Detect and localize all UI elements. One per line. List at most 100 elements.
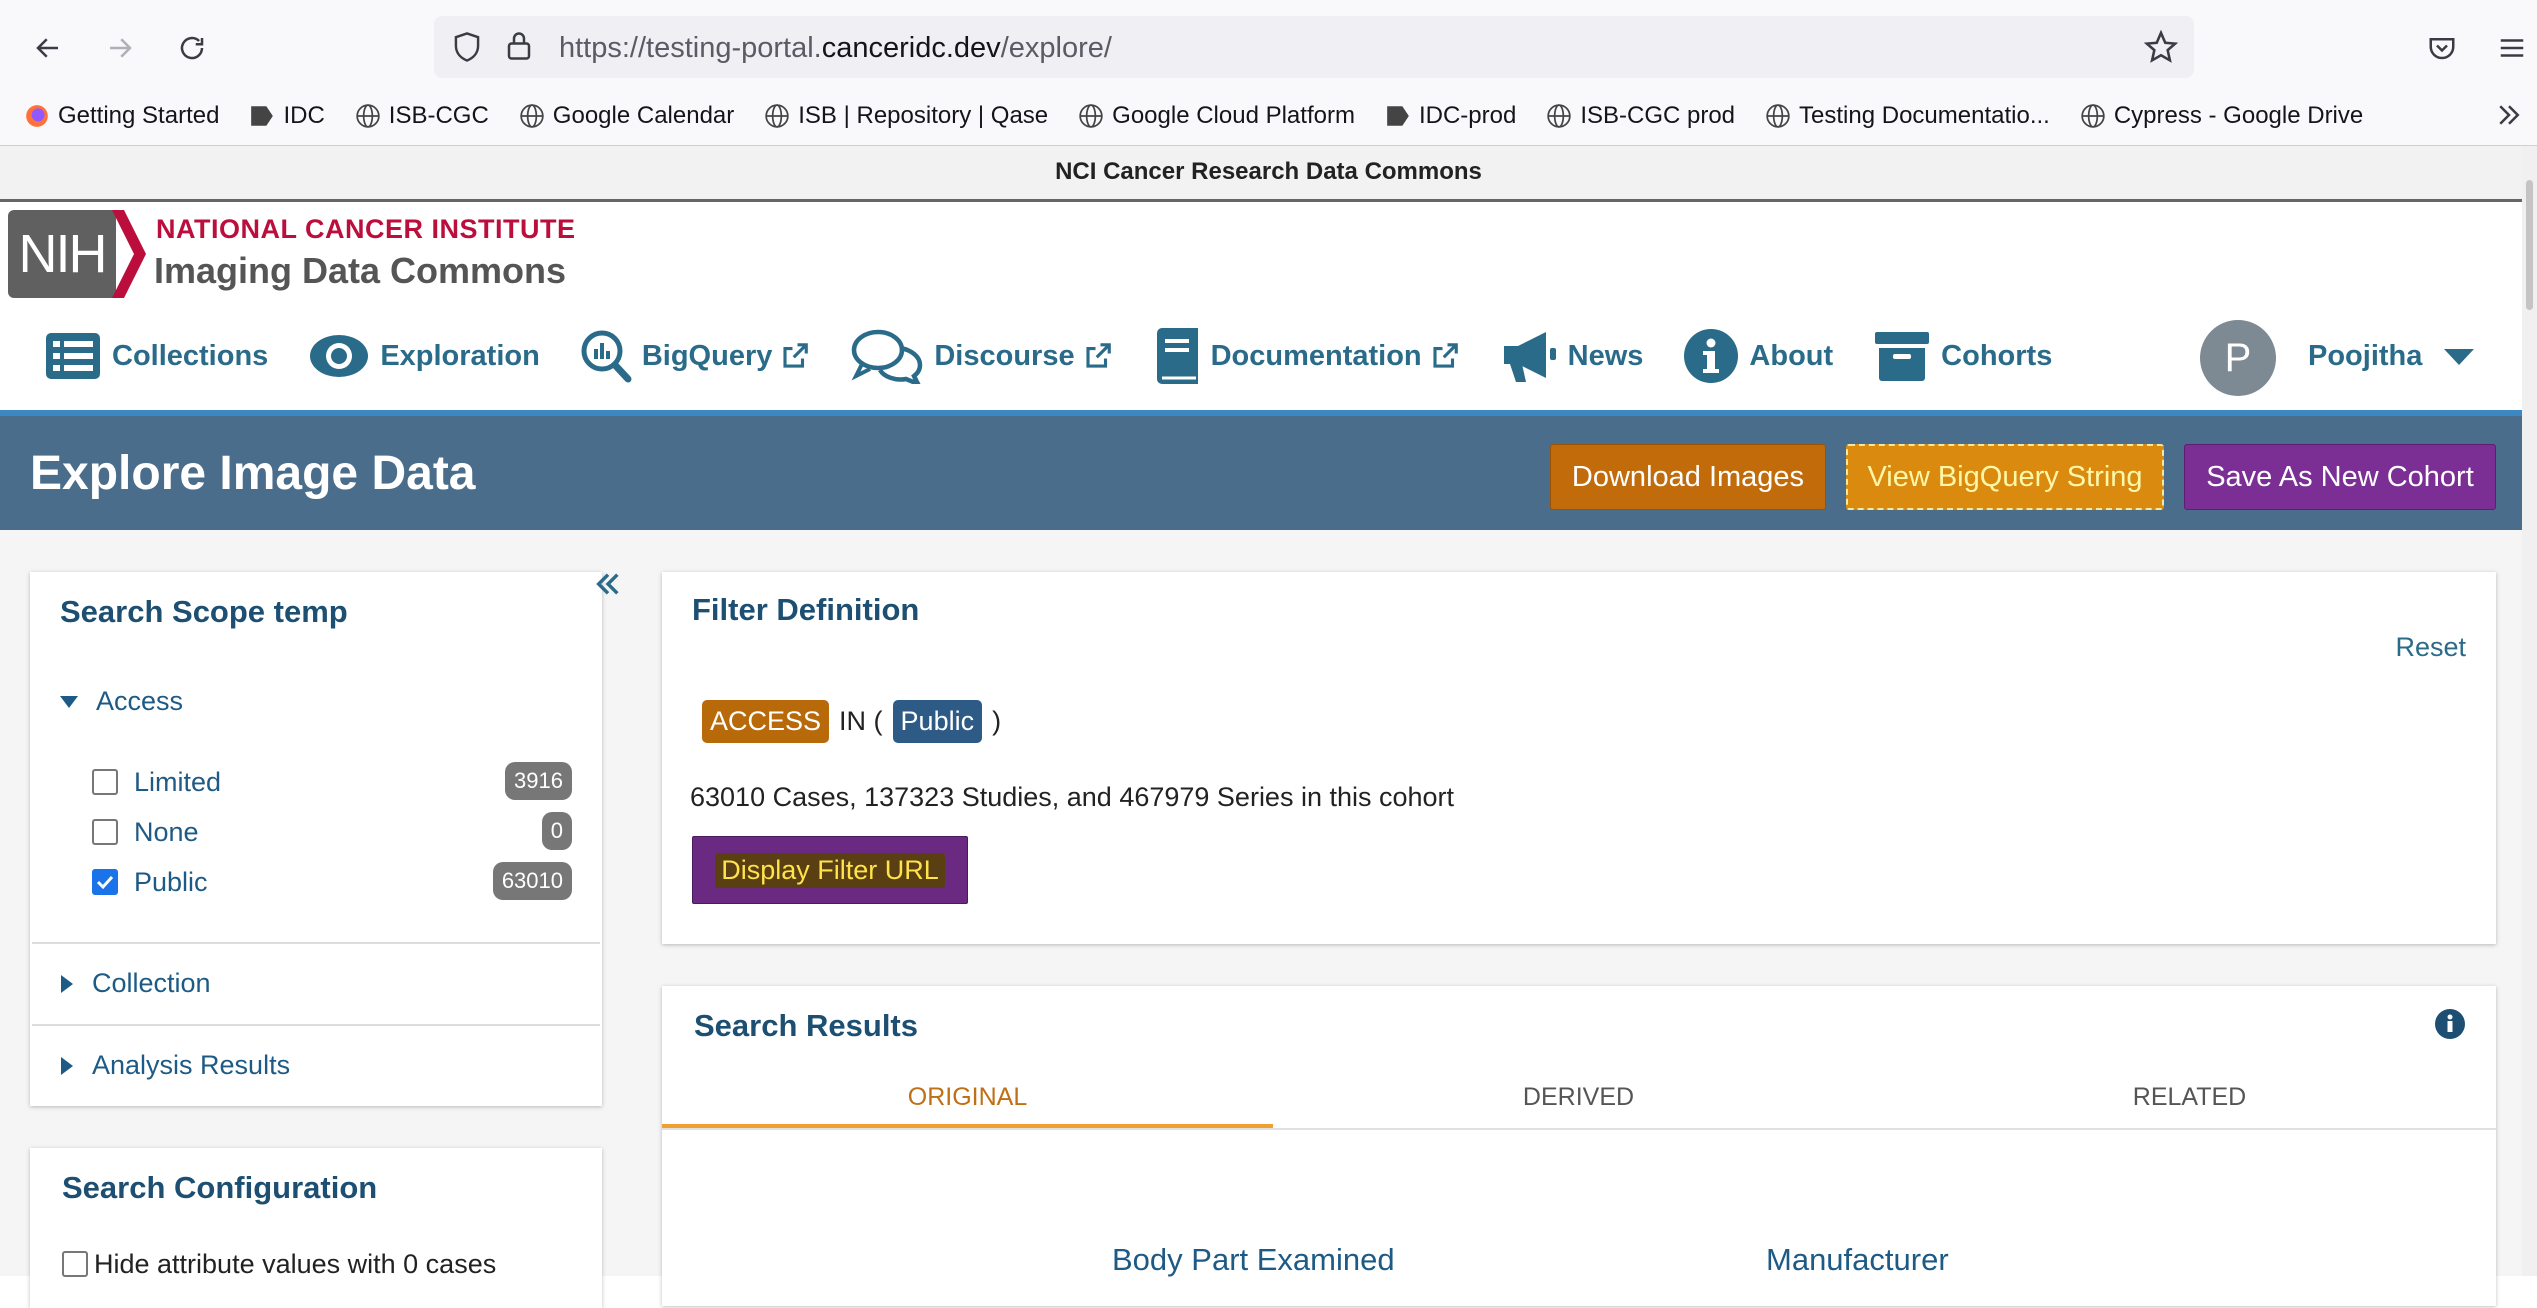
manufacturer-chart-title: Manufacturer xyxy=(1766,1242,1949,1277)
download-images-button[interactable]: Download Images xyxy=(1550,444,1826,510)
reload-icon xyxy=(180,36,204,60)
forward-button[interactable] xyxy=(98,26,142,70)
nav-documentation[interactable]: Documentation xyxy=(1153,327,1460,385)
facet-none[interactable]: None 0 xyxy=(92,812,572,852)
nav-cohorts[interactable]: Cohorts xyxy=(1873,330,2052,382)
public-checkbox[interactable] xyxy=(92,869,118,895)
megaphone-icon xyxy=(1500,328,1558,384)
facet-limited[interactable]: Limited 3916 xyxy=(92,762,572,802)
main-nav: Collections Exploration BigQuery Discour… xyxy=(44,320,2092,392)
reload-button[interactable] xyxy=(170,26,214,70)
nih-logo[interactable]: NIH xyxy=(8,210,116,298)
external-link-icon xyxy=(780,341,810,371)
tab-derived[interactable]: DERIVED xyxy=(1273,1078,1884,1128)
bookmarks-bar: Getting Started IDC ISB-CGC Google Calen… xyxy=(0,96,2537,136)
globe-icon xyxy=(764,103,790,129)
analysis-results-section-toggle[interactable]: Analysis Results xyxy=(60,1050,290,1081)
globe-icon xyxy=(355,103,381,129)
nci-title: NATIONAL CANCER INSTITUTE xyxy=(156,214,576,244)
bookmark-idc[interactable]: IDC xyxy=(249,102,325,130)
filter-operator: IN ( xyxy=(839,706,883,736)
bookmark-google-cloud-platform[interactable]: Google Cloud Platform xyxy=(1078,102,1355,130)
search-configuration-title: Search Configuration xyxy=(62,1170,378,1205)
count-badge: 3916 xyxy=(505,762,572,800)
url-text[interactable]: https://testing-portal.canceridc.dev/exp… xyxy=(559,32,1112,65)
info-circle-icon xyxy=(1683,328,1739,384)
nav-exploration[interactable]: Exploration xyxy=(308,331,540,381)
none-checkbox[interactable] xyxy=(92,819,118,845)
back-arrow-icon xyxy=(36,38,58,58)
display-filter-url-button[interactable]: Display Filter URL xyxy=(692,836,968,904)
filter-attribute-chip: ACCESS xyxy=(702,700,830,743)
caret-right-icon xyxy=(60,1056,74,1075)
divider xyxy=(32,942,600,944)
firefox-icon xyxy=(24,103,50,129)
access-section-toggle[interactable]: Access xyxy=(60,686,183,717)
bookmark-google-calendar[interactable]: Google Calendar xyxy=(519,102,734,130)
forward-arrow-icon xyxy=(110,38,132,58)
user-menu[interactable]: Poojitha xyxy=(2308,340,2475,373)
reset-link[interactable]: Reset xyxy=(2395,632,2466,663)
crdc-banner: NCI Cancer Research Data Commons xyxy=(0,146,2537,202)
pocket-icon xyxy=(2429,38,2455,60)
chat-bubbles-icon xyxy=(850,328,924,384)
pocket-button[interactable] xyxy=(2420,26,2464,70)
limited-checkbox[interactable] xyxy=(92,769,118,795)
hide-zero-checkbox[interactable] xyxy=(62,1251,88,1277)
scrollbar-thumb[interactable] xyxy=(2526,180,2533,310)
nav-collections[interactable]: Collections xyxy=(44,331,268,381)
tab-original[interactable]: ORIGINAL xyxy=(662,1078,1273,1128)
nih-logo-chevron xyxy=(112,210,146,298)
save-as-new-cohort-button[interactable]: Save As New Cohort xyxy=(2184,444,2496,510)
list-icon xyxy=(44,331,102,381)
divider xyxy=(32,1024,600,1026)
bookmark-testing-documentation[interactable]: Testing Documentatio... xyxy=(1765,102,2050,130)
menu-button[interactable] xyxy=(2490,26,2534,70)
back-button[interactable] xyxy=(26,26,70,70)
filter-definition-title: Filter Definition xyxy=(692,592,920,627)
bookmark-isb-cgc[interactable]: ISB-CGC xyxy=(355,102,489,130)
facet-public[interactable]: Public 63010 xyxy=(92,862,572,902)
nav-discourse[interactable]: Discourse xyxy=(850,328,1112,384)
collapse-sidebar-button[interactable] xyxy=(592,568,624,605)
avatar[interactable]: P xyxy=(2200,320,2276,396)
address-bar[interactable]: https://testing-portal.canceridc.dev/exp… xyxy=(434,16,2194,78)
nav-news[interactable]: News xyxy=(1500,328,1643,384)
book-icon xyxy=(1153,327,1201,385)
tab-related[interactable]: RELATED xyxy=(1884,1078,2495,1128)
view-bigquery-string-button[interactable]: View BigQuery String xyxy=(1846,444,2164,510)
archive-box-icon xyxy=(1873,330,1931,382)
hide-zero-option[interactable]: Hide attribute values with 0 cases xyxy=(62,1244,542,1284)
results-tabs: ORIGINAL DERIVED RELATED xyxy=(662,1078,2496,1130)
body-part-examined-chart-title: Body Part Examined xyxy=(1112,1242,1395,1277)
collection-section-toggle[interactable]: Collection xyxy=(60,968,211,999)
shield-icon xyxy=(454,32,480,62)
info-button[interactable] xyxy=(2434,1008,2466,1045)
search-scope-title: Search Scope temp xyxy=(60,594,348,629)
bookmarks-overflow-button[interactable] xyxy=(2494,100,2524,135)
bookmark-getting-started[interactable]: Getting Started xyxy=(24,102,219,130)
nav-bigquery[interactable]: BigQuery xyxy=(580,329,811,383)
caret-right-icon xyxy=(60,974,74,993)
globe-icon xyxy=(519,103,545,129)
hamburger-menu-icon xyxy=(2500,39,2524,57)
bookmark-isb-cgc-prod[interactable]: ISB-CGC prod xyxy=(1546,102,1735,130)
double-chevron-left-icon xyxy=(596,573,619,595)
browser-toolbar: https://testing-portal.canceridc.dev/exp… xyxy=(0,0,2537,146)
page-scrollbar[interactable] xyxy=(2522,146,2537,1276)
eye-icon xyxy=(308,331,370,381)
search-configuration-panel: Search Configuration Hide attribute valu… xyxy=(30,1148,602,1308)
idc-bookmark-icon xyxy=(1385,103,1411,129)
count-badge: 63010 xyxy=(492,862,572,900)
globe-icon xyxy=(2080,103,2106,129)
bookmark-isb-repository-qase[interactable]: ISB | Repository | Qase xyxy=(764,102,1048,130)
bigquery-magnifier-icon xyxy=(580,329,632,383)
filter-definition-panel: Filter Definition Reset ACCESS IN ( Publ… xyxy=(662,572,2496,944)
bookmark-star-icon xyxy=(2144,30,2178,63)
bookmark-cypress-google-drive[interactable]: Cypress - Google Drive xyxy=(2080,102,2363,130)
bookmark-idc-prod[interactable]: IDC-prod xyxy=(1385,102,1516,130)
globe-icon xyxy=(1546,103,1572,129)
nav-about[interactable]: About xyxy=(1683,328,1833,384)
globe-icon xyxy=(1765,103,1791,129)
globe-icon xyxy=(1078,103,1104,129)
